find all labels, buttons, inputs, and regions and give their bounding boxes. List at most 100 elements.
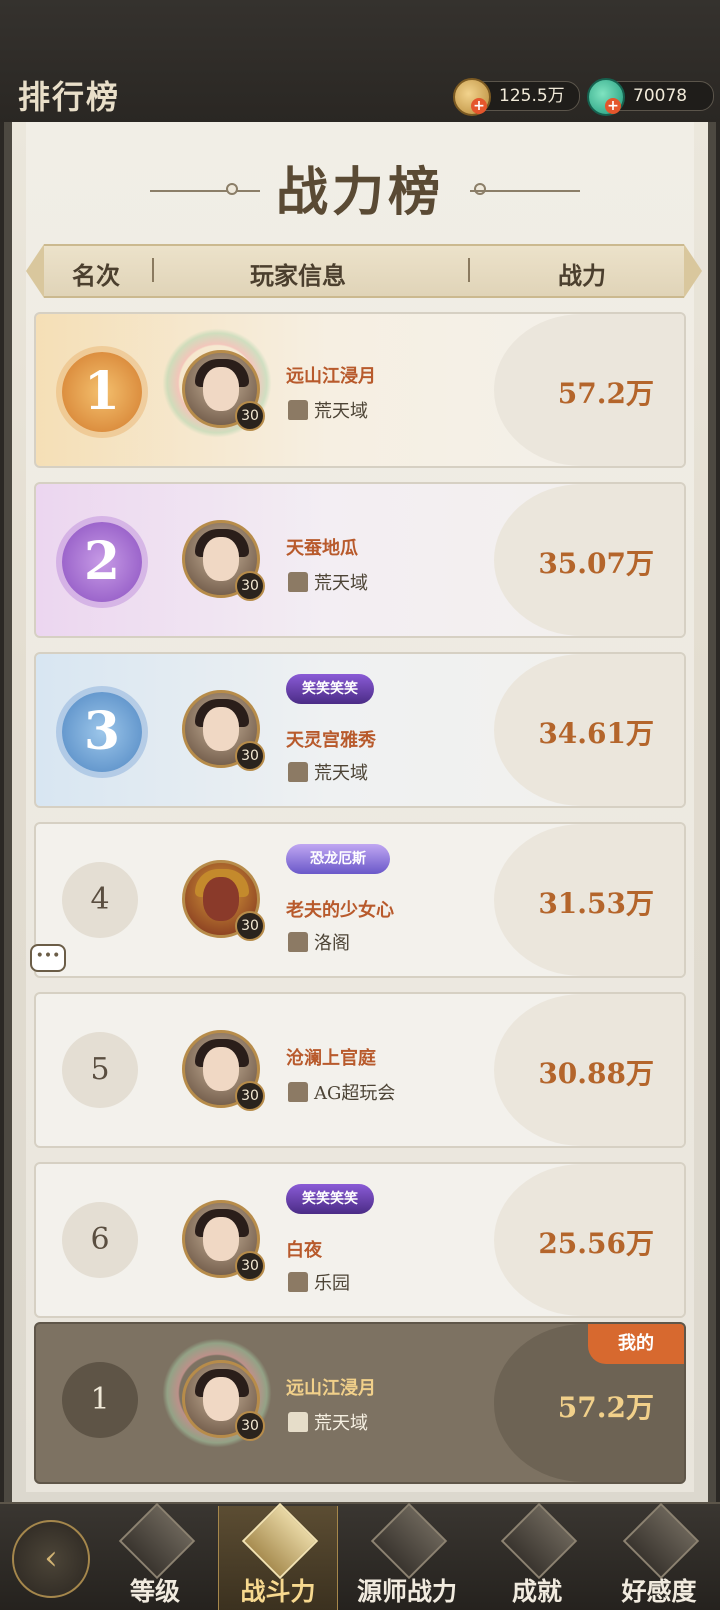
tab-label: 成就 (511, 1577, 562, 1606)
my-avatar[interactable]: 30 (182, 1360, 265, 1441)
power-value: 57.2万 (557, 377, 654, 410)
column-power: 战力 (558, 261, 606, 290)
column-rank: 名次 (72, 261, 120, 290)
level-badge: 30 (235, 911, 265, 941)
chat-bubble-icon[interactable]: ••• (30, 944, 66, 972)
guild-name: AG超玩会 (314, 1083, 396, 1104)
avatar[interactable]: 30 (182, 1200, 265, 1281)
guild-icon (288, 1412, 308, 1432)
avatar-face (203, 1377, 239, 1421)
level-badge: 30 (235, 1251, 265, 1281)
column-divider (152, 258, 154, 282)
title-badge: 笑笑笑笑 (286, 674, 374, 704)
tab-level[interactable]: 等级 (96, 1502, 214, 1610)
tab-master-power[interactable]: 源师战力 (348, 1502, 466, 1610)
guild-name: 荒天域 (314, 401, 368, 422)
avatar-face (203, 367, 239, 411)
avatar[interactable]: 30 (182, 520, 265, 601)
sword-tab-icon (370, 1502, 448, 1580)
guild-icon (288, 400, 308, 420)
avatar-face (203, 1047, 239, 1091)
guild-name: 洛阁 (314, 933, 350, 954)
level-badge: 30 (235, 401, 265, 431)
rank-row-2[interactable]: 2 30 天蚕地瓜 荒天域 35.07万 (34, 482, 686, 638)
player-name: 远山江浸月 (286, 366, 376, 387)
level-badge: 30 (235, 1411, 265, 1441)
blue-medal-icon: 3 (62, 692, 142, 772)
power-value: 34.61万 (538, 717, 654, 750)
avatar-face (203, 707, 239, 751)
avatar[interactable]: 30 (182, 860, 265, 941)
guild-icon (288, 932, 308, 952)
board-title: 战力榜 (275, 162, 444, 223)
my-guild-name: 荒天域 (314, 1413, 368, 1434)
tab-label: 源师战力 (356, 1577, 457, 1606)
tab-affinity[interactable]: 好感度 (600, 1502, 718, 1610)
affinity-tab-icon (622, 1502, 700, 1580)
my-tag-badge: 我的 (588, 1324, 684, 1364)
title-badge: 笑笑笑笑 (286, 1184, 374, 1214)
avatar-face (203, 877, 239, 921)
level-badge: 30 (235, 1081, 265, 1111)
gem-currency[interactable]: + 70078 (587, 78, 714, 116)
tab-label: 好感度 (621, 1577, 697, 1606)
page-title: 排行榜 (18, 78, 121, 116)
player-name: 天灵宫雅秀 (286, 730, 376, 751)
tab-achievement[interactable]: 成就 (478, 1502, 596, 1610)
rank-row-1[interactable]: 1 30 远山江浸月 荒天域 57.2万 (34, 312, 686, 468)
add-gem-icon[interactable]: + (605, 98, 621, 114)
tab-combat-power[interactable]: 战斗力 (218, 1502, 338, 1610)
guild-icon (288, 1082, 308, 1102)
guild-icon (288, 572, 308, 592)
level-tab-icon (118, 1502, 196, 1580)
my-rank-number: 1 (62, 1362, 138, 1438)
my-player-name: 远山江浸月 (286, 1378, 376, 1399)
crossed-swords-icon (241, 1502, 319, 1580)
tab-label: 战斗力 (240, 1577, 316, 1606)
my-power-value: 57.2万 (557, 1391, 654, 1424)
coin-currency[interactable]: + 125.5万 (453, 78, 580, 116)
rank-row-4[interactable]: 4 30 恐龙厄斯 老夫的少女心 洛阁 31.53万 (34, 822, 686, 978)
guild-name: 荒天域 (314, 573, 368, 594)
avatar-face (203, 537, 239, 581)
power-value: 31.53万 (538, 887, 654, 920)
power-value: 35.07万 (538, 547, 654, 580)
back-arrow-icon: ‹ (44, 1538, 58, 1578)
rank-row-6[interactable]: 6 30 笑笑笑笑 白夜 乐园 25.56万 (34, 1162, 686, 1318)
player-name: 白夜 (286, 1240, 322, 1261)
guild-name: 乐园 (314, 1273, 350, 1294)
avatar-face (203, 1217, 239, 1261)
gold-medal-icon: 1 (62, 352, 142, 432)
top-bar: 排行榜 + 125.5万 + 70078 (0, 0, 720, 122)
bottom-tab-bar: ‹ 等级 战斗力 源师战力 成就 好感度 (0, 1502, 720, 1610)
rank-number: 6 (62, 1202, 138, 1278)
tab-label: 等级 (129, 1577, 180, 1606)
power-value: 30.88万 (538, 1057, 654, 1090)
guild-icon (288, 1272, 308, 1292)
achievement-tab-icon (500, 1502, 578, 1580)
column-player: 玩家信息 (250, 261, 346, 290)
player-name: 老夫的少女心 (286, 900, 394, 921)
purple-medal-icon: 2 (62, 522, 142, 602)
rank-row-5[interactable]: 5 30 沧澜上官庭 AG超玩会 30.88万 (34, 992, 686, 1148)
avatar[interactable]: 30 (182, 350, 265, 431)
avatar[interactable]: 30 (182, 690, 265, 771)
avatar[interactable]: 30 (182, 1030, 265, 1111)
column-divider (468, 258, 470, 282)
player-name: 天蚕地瓜 (286, 538, 358, 559)
guild-name: 荒天域 (314, 763, 368, 784)
level-badge: 30 (235, 741, 265, 771)
power-value: 25.56万 (538, 1227, 654, 1260)
rank-row-3[interactable]: 3 30 笑笑笑笑 天灵宫雅秀 荒天域 34.61万 (34, 652, 686, 808)
rank-number: 5 (62, 1032, 138, 1108)
gem-amount: 70078 (633, 86, 688, 106)
add-coin-icon[interactable]: + (471, 98, 487, 114)
title-badge: 恐龙厄斯 (286, 844, 390, 874)
back-button[interactable]: ‹ (12, 1520, 90, 1598)
my-rank-row[interactable]: 1 30 远山江浸月 荒天域 57.2万 我的 (34, 1322, 686, 1484)
column-header: 名次 玩家信息 战力 (26, 244, 702, 298)
level-badge: 30 (235, 571, 265, 601)
player-name: 沧澜上官庭 (286, 1048, 376, 1069)
rank-number: 4 (62, 862, 138, 938)
coin-amount: 125.5万 (499, 86, 565, 106)
